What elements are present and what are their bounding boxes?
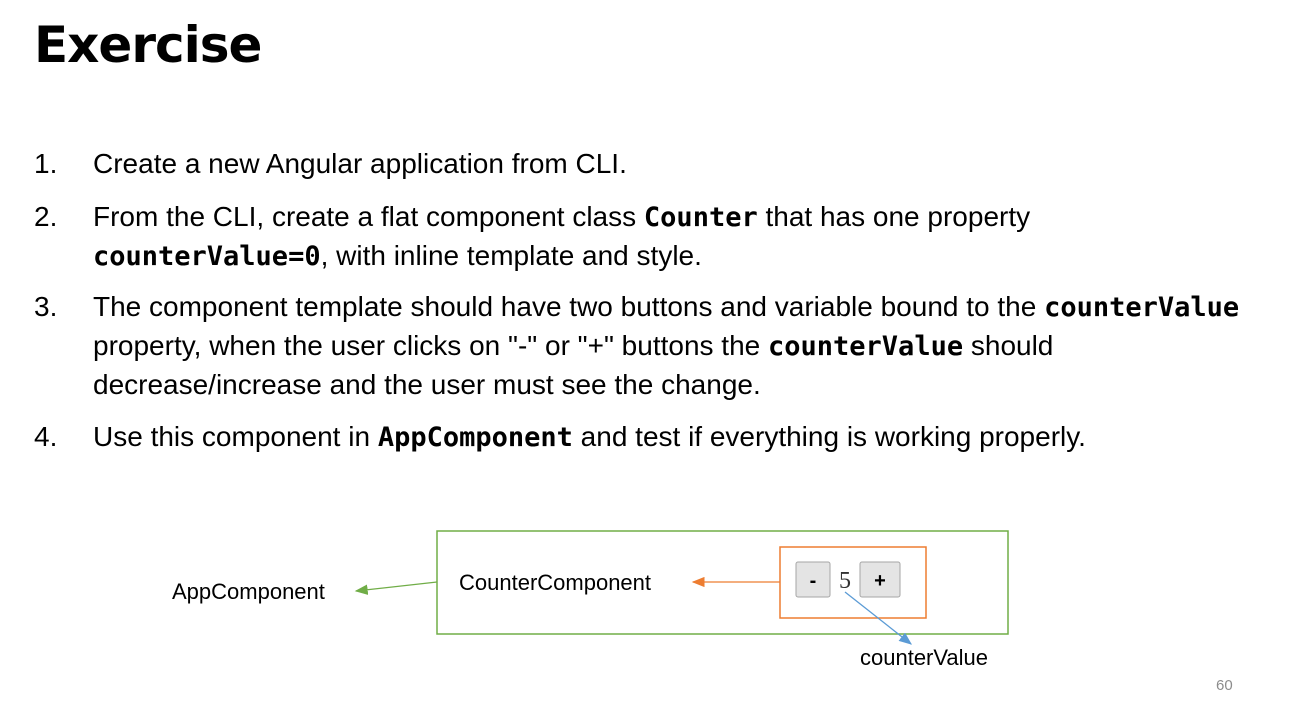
counter-display-value: 5 [839, 568, 851, 594]
counter-component-label: CounterComponent [459, 570, 651, 595]
page-number: 60 [1216, 677, 1233, 694]
component-diagram: AppComponent CounterComponent counterVal… [172, 530, 1009, 670]
app-component-arrow [354, 581, 438, 595]
plus-button-label: + [874, 570, 886, 592]
counter-value-label: counterValue [860, 645, 988, 670]
minus-button-label: - [810, 570, 817, 592]
app-component-label: AppComponent [172, 579, 325, 604]
